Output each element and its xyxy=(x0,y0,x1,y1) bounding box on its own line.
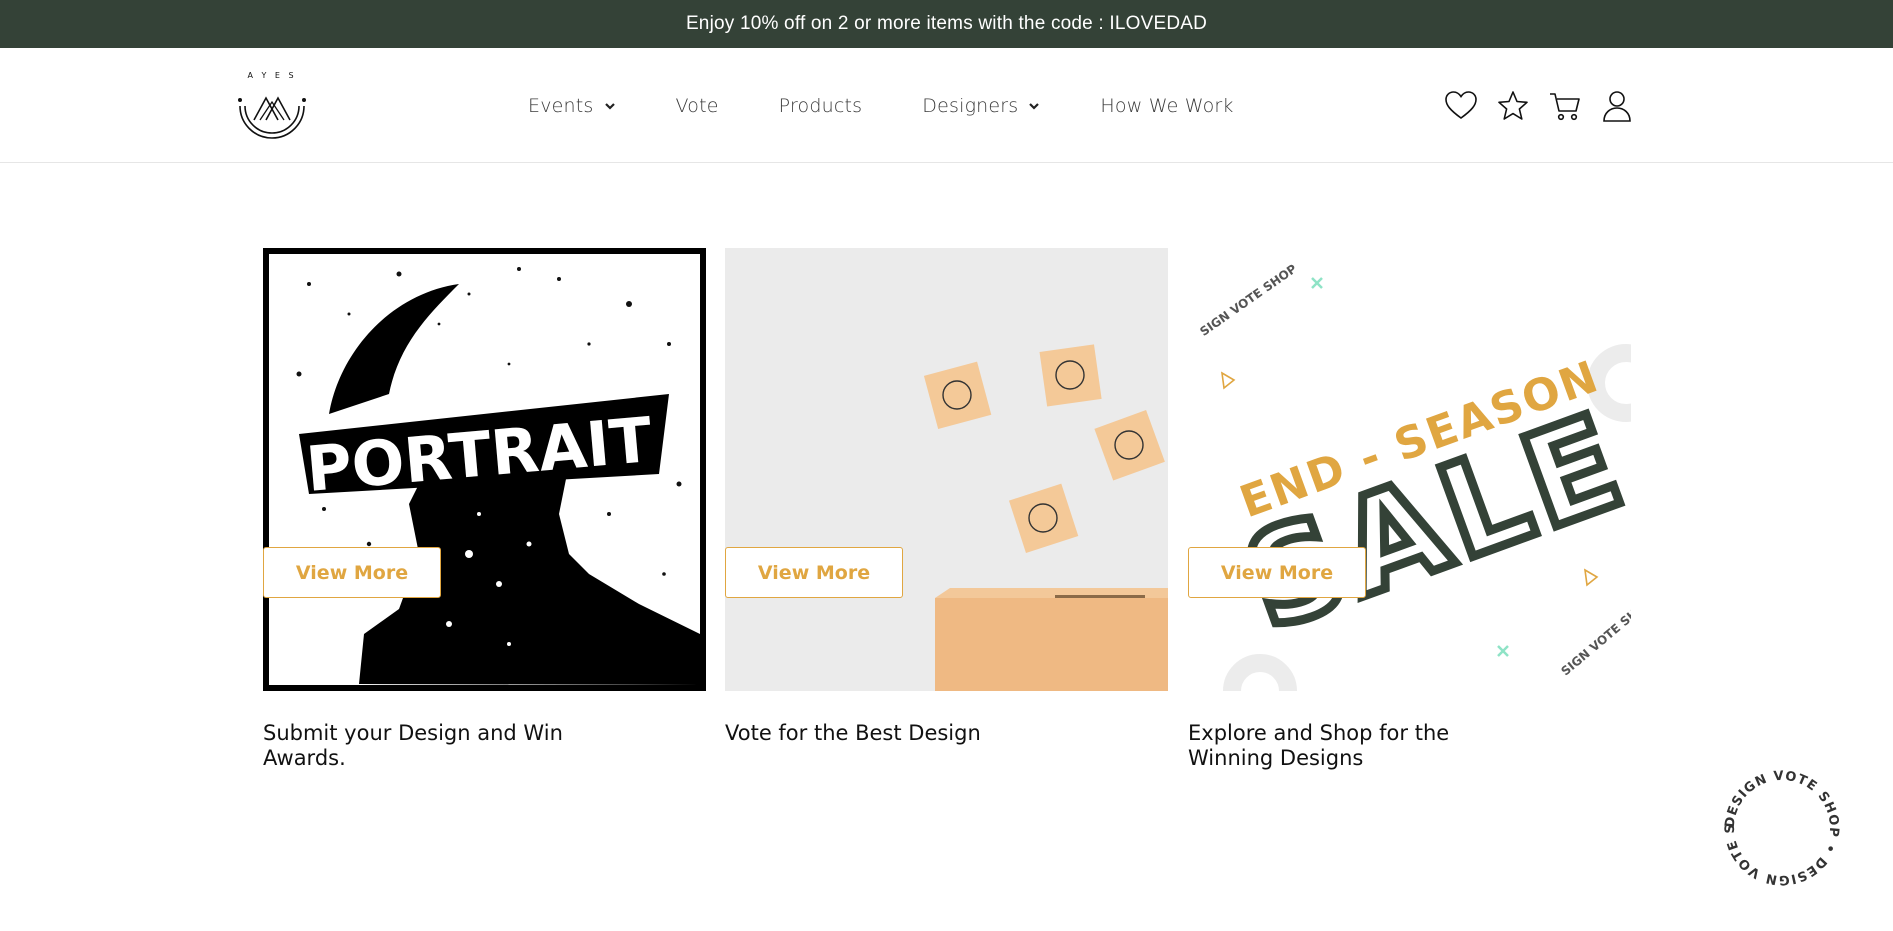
cart-icon[interactable] xyxy=(1548,89,1582,123)
card-title: Vote for the Best Design xyxy=(725,721,981,745)
view-more-button[interactable]: View More xyxy=(725,547,903,598)
nav-label-products: Products xyxy=(778,94,863,117)
view-more-button[interactable]: View More xyxy=(263,547,441,598)
nav-label-designers: Designers xyxy=(922,94,1019,117)
vote-box-art xyxy=(725,248,1168,691)
sale-image[interactable]: SIGN VOTE SHOP SIGN VOTE SHO END - SEASO… xyxy=(1188,248,1631,691)
card-submit-design: PORTRAIT Submit your Design and Win Awar… xyxy=(263,248,706,771)
nav-label-how-we-work: How We Work xyxy=(1100,94,1234,117)
promo-bar: Enjoy 10% off on 2 or more items with th… xyxy=(0,0,1893,48)
nav-label-vote: Vote xyxy=(675,94,719,117)
sale-art: SIGN VOTE SHOP SIGN VOTE SHO END - SEASO… xyxy=(1197,261,1631,691)
chevron-down-icon xyxy=(604,102,615,110)
nav-item-events[interactable]: Events xyxy=(528,95,616,117)
card-shop: SIGN VOTE SHOP SIGN VOTE SHO END - SEASO… xyxy=(1188,248,1631,771)
logo-letters: A Y E S xyxy=(247,71,296,80)
portrait-art: PORTRAIT xyxy=(287,267,700,685)
card-title: Submit your Design and Win Awards. xyxy=(263,721,563,770)
nav-item-products[interactable]: Products xyxy=(779,95,863,117)
promo-text: Enjoy 10% off on 2 or more items with th… xyxy=(685,13,1208,34)
badge-text: DESIGN VOTE SHOP • DESIGN VOTE SHOP • xyxy=(1720,766,1841,887)
view-more-button[interactable]: View More xyxy=(1188,547,1366,598)
nav-item-vote[interactable]: Vote xyxy=(676,95,719,117)
chevron-down-icon xyxy=(1029,102,1040,110)
nav-item-designers[interactable]: Designers xyxy=(922,95,1040,117)
nav-item-how-we-work[interactable]: How We Work xyxy=(1100,95,1233,117)
user-icon[interactable] xyxy=(1600,89,1634,123)
sale-ring-text-bottom: SIGN VOTE SHO xyxy=(1558,600,1631,679)
header-actions xyxy=(1444,88,1652,124)
ayes-logo-icon[interactable]: A Y E S xyxy=(232,62,312,148)
design-vote-shop-badge: DESIGN VOTE SHOP • DESIGN VOTE SHOP • xyxy=(1720,766,1841,887)
vote-image[interactable] xyxy=(725,248,1168,691)
card-title: Explore and Shop for the Winning Designs xyxy=(1188,721,1450,770)
sale-ring-text-top: SIGN VOTE SHOP xyxy=(1197,261,1299,338)
main-nav: Events Vote Products Designers How We Wo… xyxy=(528,48,1294,163)
portrait-text: PORTRAIT xyxy=(303,403,655,506)
site-header: A Y E S Events Vote Products Designers H… xyxy=(0,48,1893,163)
portrait-image[interactable]: PORTRAIT xyxy=(263,248,706,691)
nav-label-events: Events xyxy=(528,94,594,117)
star-icon[interactable] xyxy=(1496,89,1530,123)
heart-icon[interactable] xyxy=(1444,89,1478,123)
card-vote: Vote for the Best Design xyxy=(725,248,1168,746)
